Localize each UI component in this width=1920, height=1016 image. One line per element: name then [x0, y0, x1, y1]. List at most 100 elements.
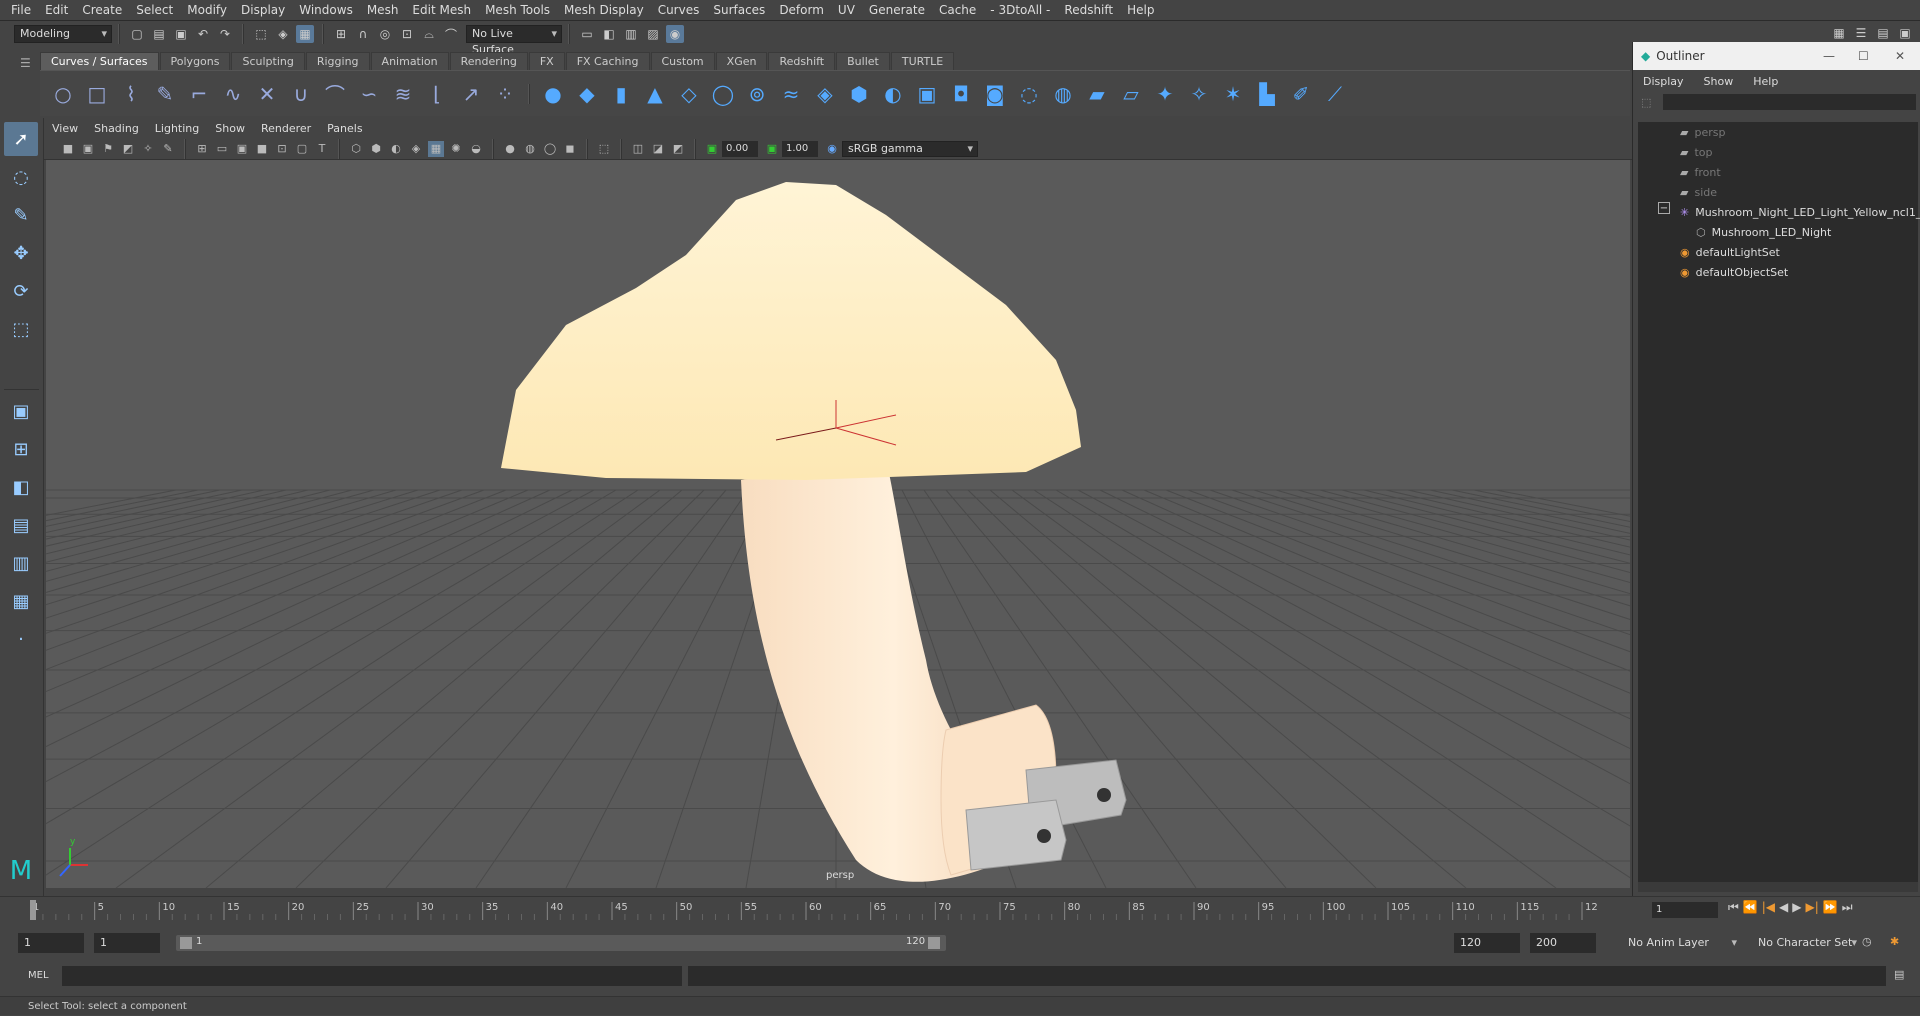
live-surface-field[interactable]: No Live Surface: [466, 25, 562, 56]
step-forward-key-icon[interactable]: ⏩: [1823, 900, 1838, 915]
current-frame-field[interactable]: 1: [1652, 902, 1718, 918]
xray-active-icon[interactable]: ◩: [670, 141, 686, 157]
nurbs-torus-icon[interactable]: ◯: [708, 79, 738, 109]
planar-icon[interactable]: ◈: [810, 79, 840, 109]
use-all-lights-icon[interactable]: ✺: [448, 141, 464, 157]
depth-of-field-icon[interactable]: ◼: [562, 141, 578, 157]
outliner-scrollbar[interactable]: [1638, 882, 1918, 892]
cv-curve-icon[interactable]: ⌇: [116, 79, 146, 109]
menu-item[interactable]: Curves: [651, 0, 707, 21]
tool-settings-icon[interactable]: ▣: [1896, 24, 1914, 42]
panel-menu-item[interactable]: Panels: [319, 122, 370, 135]
move-tool-icon[interactable]: ✥: [4, 236, 38, 270]
single-perspective-layout-icon[interactable]: ▣: [4, 394, 38, 428]
render-frame-icon[interactable]: ◧: [600, 25, 618, 43]
scale-tool-icon[interactable]: ⬚: [4, 312, 38, 346]
outliner-item[interactable]: ▰ side: [1680, 182, 1717, 202]
shelf-tab[interactable]: Custom: [650, 52, 715, 70]
panel-menu-item[interactable]: Show: [207, 122, 253, 135]
channel-box-icon[interactable]: ☰: [1852, 24, 1870, 42]
ipr-render-icon[interactable]: ▥: [622, 25, 640, 43]
use-default-material-icon[interactable]: ◈: [408, 141, 424, 157]
square-surface-icon[interactable]: ◘: [946, 79, 976, 109]
menu-item[interactable]: Modify: [180, 0, 234, 21]
snap-grid-icon[interactable]: ⊞: [332, 25, 350, 43]
select-camera-icon[interactable]: ■: [60, 141, 76, 157]
xray-icon[interactable]: ◫: [630, 141, 646, 157]
shelf-tab[interactable]: Animation: [370, 52, 449, 70]
mode-selector[interactable]: Modeling: [14, 25, 112, 43]
wireframe-icon[interactable]: ⬡: [348, 141, 364, 157]
image-plane-icon[interactable]: ◩: [120, 141, 136, 157]
shelf-tab[interactable]: FX Caching: [565, 52, 650, 70]
menu-item[interactable]: File: [4, 0, 38, 21]
curve-points-icon[interactable]: ⁘: [490, 79, 520, 109]
outliner-item[interactable]: ✳ Mushroom_Night_LED_Light_Yellow_ncl1_1: [1680, 202, 1920, 222]
snap-live-icon[interactable]: ⌒: [442, 25, 460, 43]
render-settings-icon[interactable]: ▨: [644, 25, 662, 43]
play-forward-icon[interactable]: ▶: [1792, 900, 1801, 915]
isolate-select-icon[interactable]: ⬚: [596, 141, 612, 157]
range-start-handle[interactable]: [180, 937, 192, 949]
curve-rebuild-icon[interactable]: ∽: [354, 79, 384, 109]
range-end-handle[interactable]: [928, 937, 940, 949]
outliner-item[interactable]: ◉ defaultObjectSet: [1680, 262, 1788, 282]
surface-edit-icon[interactable]: ⟋: [1320, 79, 1350, 109]
outliner-item[interactable]: ▰ top: [1680, 142, 1713, 162]
view-transform-dropdown[interactable]: sRGB gamma: [842, 140, 978, 157]
menu-item[interactable]: Surfaces: [706, 0, 772, 21]
snap-surface-icon[interactable]: ⌓: [420, 25, 438, 43]
snap-point-icon[interactable]: ◎: [376, 25, 394, 43]
maximize-icon[interactable]: ☐: [1858, 49, 1869, 63]
align-surface-icon[interactable]: ✶: [1218, 79, 1248, 109]
smooth-shade-icon[interactable]: ⬢: [368, 141, 384, 157]
anim-layer-dropdown[interactable]: No Anim Layer: [1622, 934, 1742, 952]
collapse-toggle-icon[interactable]: −: [1658, 202, 1670, 214]
2d-pan-zoom-icon[interactable]: ✧: [140, 141, 156, 157]
outliner-layout-icon[interactable]: ▦: [4, 584, 38, 618]
script-editor-icon[interactable]: ▤: [1894, 968, 1904, 981]
persp-outliner-layout-icon[interactable]: ◧: [4, 470, 38, 504]
range-slider[interactable]: 1 120: [176, 935, 946, 951]
attribute-editor-icon[interactable]: ▤: [1874, 24, 1892, 42]
select-tool-icon[interactable]: ➚: [4, 122, 38, 156]
sculpt-geometry-icon[interactable]: ✐: [1286, 79, 1316, 109]
attach-surface-icon[interactable]: ✦: [1150, 79, 1180, 109]
film-gate-icon[interactable]: ▭: [214, 141, 230, 157]
gamma-icon[interactable]: ▣: [764, 141, 780, 157]
character-set-dropdown[interactable]: No Character Set: [1752, 934, 1862, 952]
lock-camera-icon[interactable]: ▣: [80, 141, 96, 157]
exposure-field[interactable]: 0.00: [722, 140, 758, 157]
shelf-tab[interactable]: Sculpting: [231, 52, 305, 70]
menu-item[interactable]: UV: [831, 0, 862, 21]
insert-isoparm-icon[interactable]: ▱: [1116, 79, 1146, 109]
shelf-tab[interactable]: XGen: [715, 52, 768, 70]
redo-icon[interactable]: ↷: [216, 25, 234, 43]
outliner-menu-item[interactable]: Help: [1743, 75, 1788, 88]
open-close-icon[interactable]: ▙: [1252, 79, 1282, 109]
more-layouts-icon[interactable]: ·: [4, 622, 38, 656]
close-icon[interactable]: ✕: [1895, 49, 1905, 63]
exposure-icon[interactable]: ▣: [704, 141, 720, 157]
outliner-search-input[interactable]: [1663, 94, 1916, 110]
revolve-icon[interactable]: ⊚: [742, 79, 772, 109]
menu-item[interactable]: Redshift: [1057, 0, 1120, 21]
grid-icon[interactable]: ⊞: [194, 141, 210, 157]
resolution-gate-icon[interactable]: ▣: [234, 141, 250, 157]
nurbs-cylinder-icon[interactable]: ▮: [606, 79, 636, 109]
outliner-menu-item[interactable]: Show: [1694, 75, 1744, 88]
panel-menu-item[interactable]: View: [44, 122, 86, 135]
boundary-icon[interactable]: ▣: [912, 79, 942, 109]
safe-title-icon[interactable]: T: [314, 141, 330, 157]
motion-blur-icon[interactable]: ◍: [522, 141, 538, 157]
menu-item[interactable]: Mesh Display: [557, 0, 651, 21]
curve-intersect-icon[interactable]: ✕: [252, 79, 282, 109]
birail-icon[interactable]: ◐: [878, 79, 908, 109]
playback-start-field[interactable]: 1: [94, 933, 160, 953]
search-filter-icon[interactable]: ⬚: [1641, 96, 1651, 109]
nurbs-plane-icon[interactable]: ◇: [674, 79, 704, 109]
viewport[interactable]: y persp: [46, 160, 1630, 888]
outliner-item[interactable]: ⬡ Mushroom_LED_Night: [1696, 222, 1831, 242]
go-to-start-icon[interactable]: ⏮: [1728, 900, 1739, 915]
anti-aliasing-icon[interactable]: ◯: [542, 141, 558, 157]
